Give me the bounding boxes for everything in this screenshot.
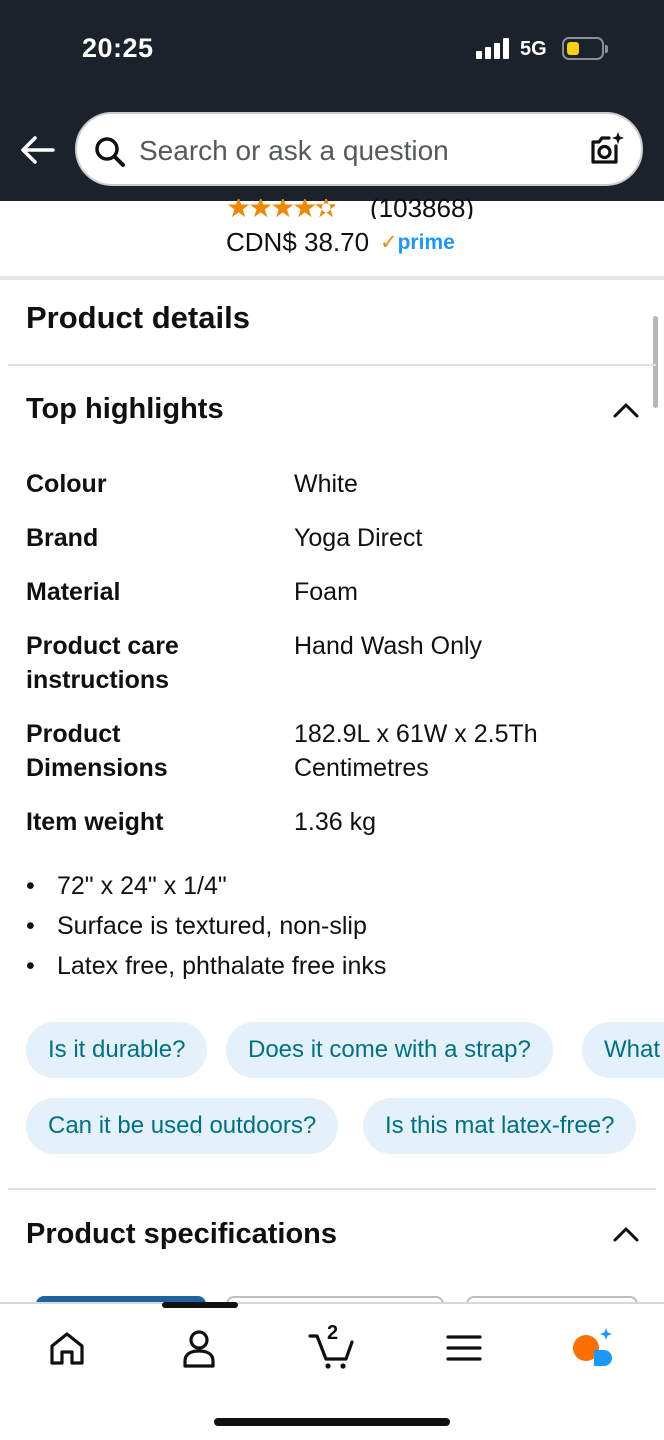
spec-label-material: Material [26,578,121,606]
bullet-item: Surface is textured, non-slip [26,906,386,946]
home-icon[interactable] [45,1326,89,1370]
product-specifications-title[interactable]: Product specifications [26,1218,337,1251]
top-highlights-title[interactable]: Top highlights [26,393,224,426]
battery-icon [562,37,608,60]
spec-value-colour: White [294,470,358,498]
spec-value-care: Hand Wash Only [294,632,483,660]
question-chip[interactable]: Is this mat latex-free? [363,1098,637,1154]
nav-active-indicator [162,1302,238,1308]
status-time: 20:25 [82,33,154,63]
search-bar[interactable] [75,112,643,186]
account-icon[interactable] [177,1326,221,1370]
question-chip[interactable]: Can it be used outdoors? [26,1098,339,1154]
search-icon [95,137,125,167]
bullet-item: 72" x 24" x 1/4" [26,866,386,906]
prime-badge: ✓prime [380,230,455,255]
camera-icon[interactable] [587,130,627,170]
bullet-item: Latex free, phthalate free inks [26,946,386,986]
review-count[interactable]: (103868) [370,197,474,219]
signal-icon [476,38,509,59]
menu-icon[interactable] [442,1326,486,1370]
spec-label-care: Product care instructions [26,632,179,694]
product-details-title: Product details [26,300,250,335]
rating-stars[interactable]: ★★★★✫ [226,199,335,217]
bottom-nav: 2 [0,1302,664,1440]
spec-label-dimensions: Product Dimensions [26,720,168,782]
highlight-bullets: 72" x 24" x 1/4" Surface is textured, no… [26,866,386,986]
back-arrow-icon[interactable] [20,132,56,168]
home-indicator [214,1418,450,1426]
chevron-up-icon[interactable] [612,400,640,420]
spec-value-weight: 1.36 kg [294,808,377,836]
rufus-assistant-icon[interactable] [570,1326,618,1370]
spec-value-material: Foam [294,578,358,606]
search-input[interactable] [139,134,559,168]
spec-value-brand: Yoga Direct [294,524,423,552]
network-type: 5G [520,38,547,60]
section-divider [0,276,664,280]
divider [8,1188,656,1190]
spec-value-dimensions: 182.9L x 61W x 2.5Th Centimetres [294,720,538,782]
chevron-up-icon[interactable] [612,1224,640,1244]
app-header: 20:25 5G [0,0,664,201]
question-chip[interactable]: Does it come with a strap? [226,1022,553,1078]
cart-count-badge: 2 [327,1322,339,1344]
spec-label-brand: Brand [26,524,99,552]
prime-label: prime [397,231,455,254]
question-chip[interactable]: What [582,1022,664,1078]
product-price: CDN$ 38.70 [226,227,370,257]
scrollbar[interactable] [653,316,658,408]
spec-label-weight: Item weight [26,808,164,836]
divider [8,364,656,366]
question-chip[interactable]: Is it durable? [26,1022,208,1078]
prime-check-icon: ✓ [380,231,398,254]
spec-label-colour: Colour [26,470,107,498]
